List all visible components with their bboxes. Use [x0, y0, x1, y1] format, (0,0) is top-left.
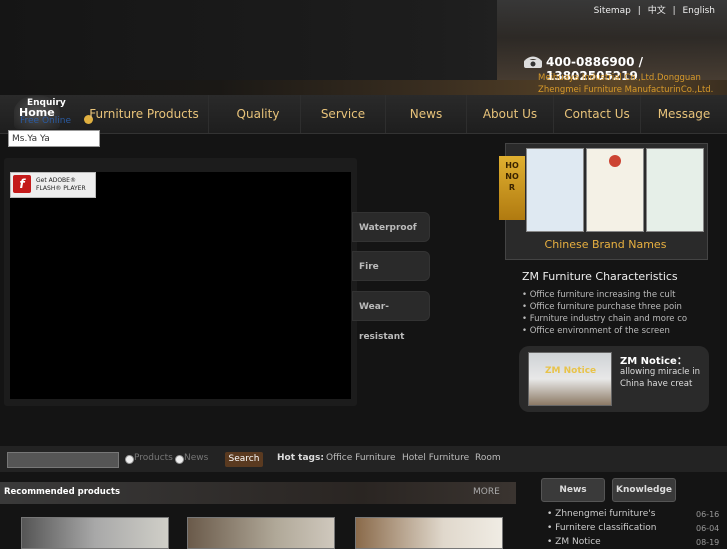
- nav-message[interactable]: Message: [641, 95, 727, 133]
- tab-news[interactable]: News: [541, 478, 605, 502]
- separator: |: [637, 6, 641, 16]
- news-item[interactable]: • Furnitere classification: [547, 523, 657, 533]
- certificate-image: [526, 148, 584, 232]
- characteristics-item[interactable]: • Furniture industry chain and more co: [522, 314, 687, 324]
- hot-tag[interactable]: Room: [475, 453, 501, 463]
- product-thumbnail[interactable]: [187, 517, 335, 549]
- news-date: 08-19: [696, 538, 720, 547]
- nav-contact-us[interactable]: Contact Us: [554, 95, 641, 133]
- search-button[interactable]: Search: [225, 452, 263, 467]
- brand-names-caption[interactable]: Chinese Brand Names: [505, 238, 706, 251]
- notice-title[interactable]: ZM Notice：: [620, 352, 687, 367]
- enquiry-input[interactable]: Ms.Ya Ya: [8, 130, 100, 147]
- radio-products-label: Products: [134, 453, 173, 463]
- news-date: 06-04: [696, 524, 720, 533]
- separator: |: [672, 6, 676, 16]
- news-item[interactable]: • ZM Notice: [547, 537, 601, 547]
- characteristics-item[interactable]: • Office furniture increasing the cult: [522, 290, 676, 300]
- news-item[interactable]: • Zhnengmei furniture's: [547, 509, 655, 519]
- characteristics-item[interactable]: • Office environment of the screen: [522, 326, 670, 336]
- hot-tag[interactable]: Hotel Furniture: [402, 453, 469, 463]
- flash-badge-line1: Get ADOBE®: [36, 177, 76, 184]
- sitemap-link[interactable]: Sitemap: [594, 6, 631, 16]
- tab-fire-retardency[interactable]: Fire Retardency: [352, 251, 430, 302]
- flash-badge-line2: FLASH® PLAYER: [36, 185, 86, 192]
- nav-furniture-products[interactable]: Furniture Products: [80, 95, 209, 133]
- tab-knowledge[interactable]: Knowledge: [612, 478, 676, 502]
- flash-logo-icon: f: [13, 175, 31, 193]
- notice-image-label: ZM Notice: [545, 366, 597, 376]
- company-name-line1: Meihuaya Industrial Co.,Ltd.Dongguan: [538, 73, 701, 83]
- search-input[interactable]: [7, 452, 119, 468]
- hot-tags-label: Hot tags:: [277, 453, 324, 463]
- product-thumbnail[interactable]: [355, 517, 503, 549]
- certificate-image: [586, 148, 644, 232]
- radio-news[interactable]: [175, 455, 184, 464]
- more-link[interactable]: MORE: [473, 487, 500, 497]
- recommended-title: Recommended products: [4, 487, 121, 497]
- enquiry-subtitle: Free Online: [20, 116, 71, 126]
- honor-ribbon-label: HONOR: [505, 161, 519, 192]
- english-link[interactable]: English: [683, 6, 716, 16]
- news-date: 06-16: [696, 510, 720, 519]
- top-links: Sitemap | 中文 | English: [592, 3, 717, 16]
- notice-body: allowing miracle in: [620, 367, 700, 377]
- phone-icon: [524, 56, 542, 68]
- radio-products[interactable]: [125, 455, 134, 464]
- tab-waterproof[interactable]: Waterproof: [352, 212, 430, 242]
- certificate-image: [646, 148, 704, 232]
- characteristics-title: ZM Furniture Characteristics: [522, 270, 678, 283]
- nav-about-us[interactable]: About Us: [467, 95, 554, 133]
- radio-news-label: News: [184, 453, 209, 463]
- product-thumbnail[interactable]: [21, 517, 169, 549]
- notice-image[interactable]: [528, 352, 612, 406]
- flash-video-area[interactable]: [10, 172, 351, 399]
- nav-quality[interactable]: Quality: [216, 95, 301, 133]
- tab-wear-resistant[interactable]: Wear-resistant: [352, 291, 430, 342]
- nav-service[interactable]: Service: [301, 95, 386, 133]
- characteristics-item[interactable]: • Office furniture purchase three poin: [522, 302, 682, 312]
- nav-news[interactable]: News: [386, 95, 467, 133]
- hot-tag[interactable]: Office Furniture: [326, 453, 396, 463]
- company-name-line2: Zhengmei Furniture ManufacturinCo.,Ltd.: [538, 85, 714, 95]
- notice-body: China have creat: [620, 379, 693, 389]
- chinese-link[interactable]: 中文: [648, 6, 666, 16]
